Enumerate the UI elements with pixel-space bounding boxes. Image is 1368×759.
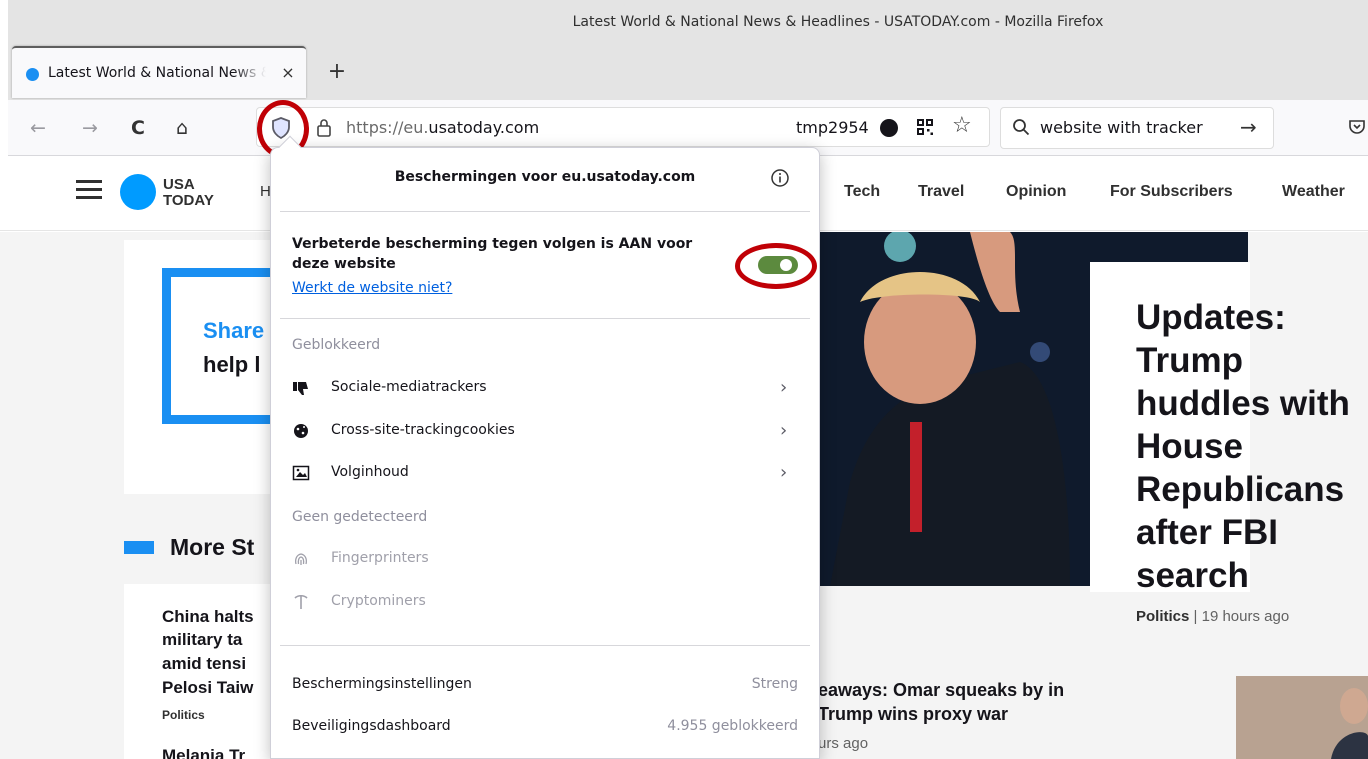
secondary-story-time: urs ago <box>818 735 869 752</box>
usatoday-logo-icon[interactable] <box>120 174 156 210</box>
nav-link-weather[interactable]: Weather <box>1282 183 1345 201</box>
search-go-button[interactable]: → <box>1240 114 1257 140</box>
search-icon <box>1013 119 1030 136</box>
divider <box>280 211 810 212</box>
nav-link-travel[interactable]: Travel <box>918 183 964 201</box>
story-section-tag[interactable]: Politics <box>162 708 205 722</box>
section-accent <box>124 541 154 554</box>
story-headline-line[interactable]: Pelosi Taiw <box>162 678 253 698</box>
pocket-icon[interactable] <box>1348 118 1366 136</box>
reload-button[interactable]: C <box>124 114 152 142</box>
headline-meta: Politics | 19 hours ago <box>1136 608 1290 625</box>
home-button[interactable]: ⌂ <box>168 114 196 142</box>
more-stories-heading: More St <box>170 534 255 560</box>
menu-hamburger-icon[interactable] <box>76 180 102 202</box>
chevron-right-icon[interactable]: › <box>780 378 787 398</box>
lock-icon[interactable] <box>316 118 332 138</box>
protection-level-value: Streng <box>751 676 798 692</box>
usatoday-favicon-icon <box>26 68 39 81</box>
firefox-window: Latest World & National News & Headlines… <box>0 0 1368 759</box>
story-headline-line[interactable]: Melania Tr <box>162 746 245 759</box>
promo-heading[interactable]: Share <box>203 318 264 344</box>
site-not-working-link[interactable]: Werkt de website niet? <box>292 280 452 296</box>
window-title: Latest World & National News & Headlines… <box>572 14 1104 30</box>
container-indicator-icon <box>880 119 898 137</box>
forward-button[interactable]: → <box>76 114 104 142</box>
protections-panel-title: Beschermingen voor eu.usatoday.com <box>394 169 696 185</box>
secondary-story-line[interactable]: eaways: Omar squeaks by in <box>818 680 1064 701</box>
story-thumbnail[interactable] <box>1236 676 1368 759</box>
story-headline-line[interactable]: China halts <box>162 607 254 627</box>
pickaxe-icon <box>294 594 308 609</box>
info-icon[interactable] <box>770 168 790 188</box>
search-input[interactable]: website with tracker <box>1040 118 1203 137</box>
usatoday-logo-text[interactable]: USA TODAY <box>163 177 214 209</box>
protection-settings-link[interactable]: Beschermingsinstellingen <box>292 676 472 692</box>
blocked-count-value: 4.955 geblokkeerd <box>667 718 798 734</box>
divider <box>280 645 810 646</box>
container-label: tmp2954 <box>796 118 869 137</box>
nav-link-for-subscribers[interactable]: For Subscribers <box>1110 183 1233 201</box>
story-headline-line[interactable]: amid tensi <box>162 654 246 674</box>
thumbnail-illustration <box>1236 676 1368 759</box>
url-text[interactable]: https://eu.usatoday.com <box>346 118 539 137</box>
qr-code-icon[interactable] <box>916 118 934 136</box>
image-icon <box>292 465 310 481</box>
chevron-right-icon[interactable]: › <box>780 463 787 483</box>
main-headline[interactable]: Updates: Trump huddles with House Republ… <box>1136 296 1368 597</box>
cookie-icon <box>294 424 308 438</box>
not-detected-item-label[interactable]: Fingerprinters <box>331 550 429 566</box>
thumbs-down-icon <box>293 382 308 395</box>
nav-link-tech[interactable]: Tech <box>844 183 880 201</box>
not-detected-section-label: Geen gedetecteerd <box>292 509 428 525</box>
tab-strip: Latest World & National News & Headlines… <box>8 46 1368 100</box>
title-bar: Latest World & National News & Headlines… <box>8 0 1368 46</box>
etp-status-text: Verbeterde bescherming tegen volgen is A… <box>292 236 693 272</box>
back-button[interactable]: ← <box>24 114 52 142</box>
annotation-circle-toggle <box>735 243 817 289</box>
blocked-section-label: Geblokkeerd <box>292 337 381 353</box>
new-tab-button[interactable]: + <box>324 58 350 86</box>
security-dashboard-link[interactable]: Beveiligingsdashboard <box>292 718 451 734</box>
chevron-right-icon[interactable]: › <box>780 421 787 441</box>
promo-subheading[interactable]: help l <box>203 352 260 378</box>
tab-usatoday[interactable]: Latest World & National News & Headlines… <box>12 46 306 98</box>
secondary-story-line[interactable]: Trump wins proxy war <box>818 704 1008 725</box>
fingerprint-icon <box>295 553 307 565</box>
blocked-item-label[interactable]: Cross-site-trackingcookies <box>331 422 515 438</box>
blocked-item-label[interactable]: Sociale-mediatrackers <box>331 379 487 395</box>
not-detected-item-label[interactable]: Cryptominers <box>331 593 426 609</box>
story-headline-line[interactable]: military ta <box>162 630 242 650</box>
tab-title: Latest World & National News & Headlines <box>48 65 266 81</box>
nav-link-opinion[interactable]: Opinion <box>1006 183 1066 201</box>
blocked-item-label[interactable]: Volginhoud <box>331 464 409 480</box>
divider <box>280 318 810 319</box>
tab-close-icon[interactable]: × <box>278 62 298 84</box>
bookmark-star-icon[interactable]: ☆ <box>952 114 972 138</box>
